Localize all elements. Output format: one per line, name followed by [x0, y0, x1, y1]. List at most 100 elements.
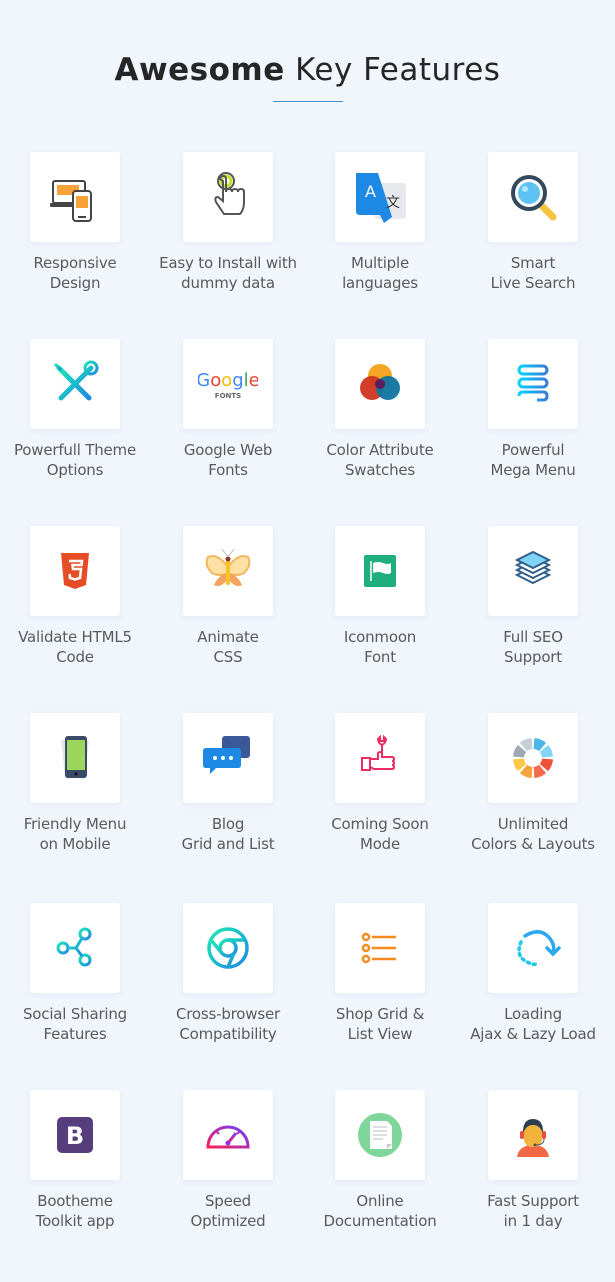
feature-label-line: Features	[43, 1025, 107, 1043]
translate-icon: A文	[356, 173, 406, 223]
feature-label-line: CSS	[213, 648, 243, 666]
feature-label: Friendly Menu on Mobile	[0, 814, 155, 854]
feature-label-line: Colors & Layouts	[471, 835, 595, 853]
feature-icon-box	[335, 903, 425, 993]
feature-label-line: Online	[356, 1192, 404, 1210]
feature-icon-box	[183, 526, 273, 616]
feature-label-line: in 1 day	[503, 1212, 563, 1230]
feature-label-line: Cross-browser	[176, 1005, 280, 1023]
share-icon	[56, 927, 92, 967]
mega-menu-icon	[517, 364, 549, 402]
feature-label-line: Bootheme	[37, 1192, 113, 1210]
feature-label: Loading Ajax & Lazy Load	[453, 1004, 613, 1044]
feature-icon-box	[30, 339, 120, 429]
color-wheel-icon	[513, 738, 553, 778]
feature-label-line: Documentation	[323, 1212, 437, 1230]
feature-label: Powerful Mega Menu	[453, 440, 613, 480]
feature-label: Iconmoon Font	[300, 627, 460, 667]
feature-label: Full SEO Support	[453, 627, 613, 667]
feature-label-line: Support	[504, 648, 562, 666]
speedometer-icon	[206, 1125, 250, 1149]
feature-icon-box	[30, 903, 120, 993]
feature-icon-box	[488, 1090, 578, 1180]
feature-label-line: Responsive	[33, 254, 117, 272]
feature-label-line: Smart	[510, 254, 556, 272]
svg-text:B: B	[66, 1122, 84, 1150]
feature-label-line: Font	[364, 648, 396, 666]
feature-label-line: languages	[342, 274, 418, 292]
butterfly-icon	[205, 548, 251, 587]
svg-text:FONTS: FONTS	[215, 392, 241, 400]
feature-label: Online Documentation	[300, 1191, 460, 1231]
tap-hand-icon	[214, 172, 245, 215]
responsive-devices-icon	[50, 180, 92, 222]
feature-label-line: List View	[347, 1025, 413, 1043]
feature-label-line: Live Search	[490, 274, 576, 292]
feature-label: Unlimited Colors & Layouts	[453, 814, 613, 854]
feature-label: Validate HTML5 Code	[0, 627, 155, 667]
feature-icon-box	[183, 903, 273, 993]
feature-label: Google Web Fonts	[148, 440, 308, 480]
feature-label-line: Validate HTML5	[18, 628, 132, 646]
magnifier-icon	[511, 175, 557, 221]
feature-label: Blog Grid and List	[148, 814, 308, 854]
feature-label-line: Swatches	[344, 461, 416, 479]
feature-label-line: Options	[46, 461, 104, 479]
feature-label-line: Easy to Install with	[159, 254, 297, 272]
svg-text:Google: Google	[198, 370, 258, 391]
feature-label: Cross-browser Compatibility	[148, 1004, 308, 1044]
feature-label: Fast Support in 1 day	[453, 1191, 613, 1231]
feature-label-line: Compatibility	[179, 1025, 277, 1043]
feature-icon-box	[488, 903, 578, 993]
feature-label-line: Powerfull Theme	[14, 441, 136, 459]
feature-icon-box	[183, 713, 273, 803]
mobile-phone-icon	[61, 736, 89, 780]
feature-label: Animate CSS	[148, 627, 308, 667]
feature-label: Multiple languages	[300, 253, 460, 293]
feature-label-line: Unlimited	[497, 815, 569, 833]
feature-icon-box	[488, 713, 578, 803]
feature-label-line: Speed	[204, 1192, 252, 1210]
feature-icon-box	[335, 1090, 425, 1180]
feature-label-line: Google Web	[183, 441, 273, 459]
feature-icon-box	[335, 713, 425, 803]
feature-label-line: dummy data	[181, 274, 275, 292]
color-swatches-icon	[360, 364, 400, 400]
google-fonts-icon: GoogleFONTS	[198, 370, 258, 400]
feature-label: Smart Live Search	[453, 253, 613, 293]
feature-label: Social Sharing Features	[0, 1004, 155, 1044]
feature-label-line: Blog	[211, 815, 245, 833]
feature-label-line: Multiple	[351, 254, 409, 272]
feature-icon-box	[488, 526, 578, 616]
feature-label-line: Design	[49, 274, 101, 292]
chat-bubbles-icon	[203, 736, 250, 774]
svg-text:A: A	[365, 182, 376, 201]
html5-icon	[61, 553, 89, 589]
chrome-browser-icon	[207, 927, 249, 969]
feature-label: Coming Soon Mode	[300, 814, 460, 854]
feature-label: Shop Grid & List View	[300, 1004, 460, 1044]
feature-label-line: Grid and List	[181, 835, 275, 853]
document-icon	[358, 1113, 402, 1157]
feature-label-line: Fonts	[208, 461, 248, 479]
feature-icon-box	[488, 339, 578, 429]
feature-icon-box: Google FONTS	[183, 339, 273, 429]
feature-label-line: Toolkit app	[35, 1212, 115, 1230]
feature-icon-box	[30, 152, 120, 242]
feature-label-line: Mega Menu	[490, 461, 576, 479]
feature-label-line: Iconmoon	[343, 628, 417, 646]
feature-label-line: Animate	[197, 628, 259, 646]
feature-icon-box	[335, 526, 425, 616]
tools-icon	[53, 360, 99, 401]
feature-label: Powerfull Theme Options	[0, 440, 155, 480]
list-view-icon	[361, 932, 396, 964]
feature-icon-box	[30, 713, 120, 803]
feature-label: Speed Optimized	[148, 1191, 308, 1231]
svg-text:文: 文	[386, 195, 400, 211]
feature-icon-box	[30, 526, 120, 616]
feature-label-line: Code	[56, 648, 94, 666]
feature-label-line: Ajax & Lazy Load	[470, 1025, 596, 1043]
feature-label-line: Color Attribute	[326, 441, 434, 459]
bootstrap-icon: B	[57, 1117, 93, 1153]
layers-icon	[514, 550, 552, 585]
